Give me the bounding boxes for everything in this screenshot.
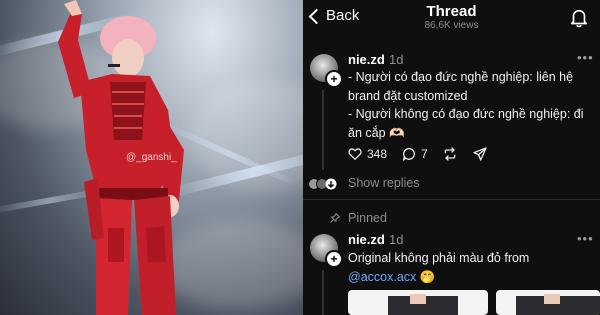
show-replies-link[interactable]: Show replies	[348, 176, 420, 190]
post-line: - Người không có đạo đức nghề nghiệp: đi	[348, 107, 584, 121]
post-time: 1d	[389, 232, 404, 247]
concert-photo: @_ganshi_	[0, 0, 303, 315]
heart-icon	[348, 148, 362, 160]
screen: @_ganshi_ Back Thread 86,6K views + nie.…	[0, 0, 600, 315]
share-button[interactable]	[472, 146, 488, 162]
comment-icon	[403, 148, 416, 161]
pinned-label: Pinned	[348, 211, 387, 225]
divider	[303, 199, 600, 200]
pin-icon	[330, 213, 340, 223]
bell-icon[interactable]	[568, 7, 590, 29]
post-image[interactable]	[348, 290, 488, 315]
view-count: 86,6K views	[424, 20, 479, 31]
post-line: brand đặt customized	[348, 88, 468, 103]
post-image[interactable]	[496, 290, 600, 315]
comment-count: 7	[421, 147, 428, 161]
repost-button[interactable]	[442, 146, 458, 162]
comment-button[interactable]: 7	[401, 146, 428, 162]
like-button[interactable]: 348	[347, 146, 387, 162]
repost-icon	[444, 147, 456, 161]
more-icon[interactable]: •••	[577, 231, 594, 246]
thread-line	[322, 270, 324, 315]
thread-line	[322, 90, 324, 170]
follow-plus-icon[interactable]: +	[325, 250, 343, 268]
post-actions: 348 7	[347, 146, 502, 162]
post-time: 1d	[389, 52, 404, 67]
emoji: 🤭	[419, 269, 436, 284]
share-icon	[473, 147, 487, 161]
post-username[interactable]: nie.zd	[348, 52, 385, 67]
photo-watermark: @_ganshi_	[126, 152, 177, 163]
mention-link[interactable]: @accox.acx	[348, 270, 416, 284]
post-username[interactable]: nie.zd	[348, 232, 385, 247]
post-body: Original không phải màu đỏ from @accox.a…	[348, 249, 596, 286]
post-body: - Người có đạo đức nghề nghiệp: liên hệ …	[348, 68, 596, 142]
page-title: Thread	[426, 3, 477, 20]
post-line: @accox.acx 🤭	[348, 268, 596, 287]
more-icon[interactable]: •••	[577, 50, 594, 65]
post-line: - Người có đạo đức nghề nghiệp: liên hệ	[348, 70, 574, 84]
post-line: Original không phải màu đỏ from	[348, 251, 530, 265]
follow-plus-icon[interactable]: +	[325, 70, 343, 88]
like-count: 348	[367, 147, 388, 161]
reply-avatars	[308, 178, 337, 190]
top-bar: Back Thread 86,6K views	[303, 0, 600, 38]
post-line: ăn cắp 🫶🏻	[348, 125, 405, 140]
